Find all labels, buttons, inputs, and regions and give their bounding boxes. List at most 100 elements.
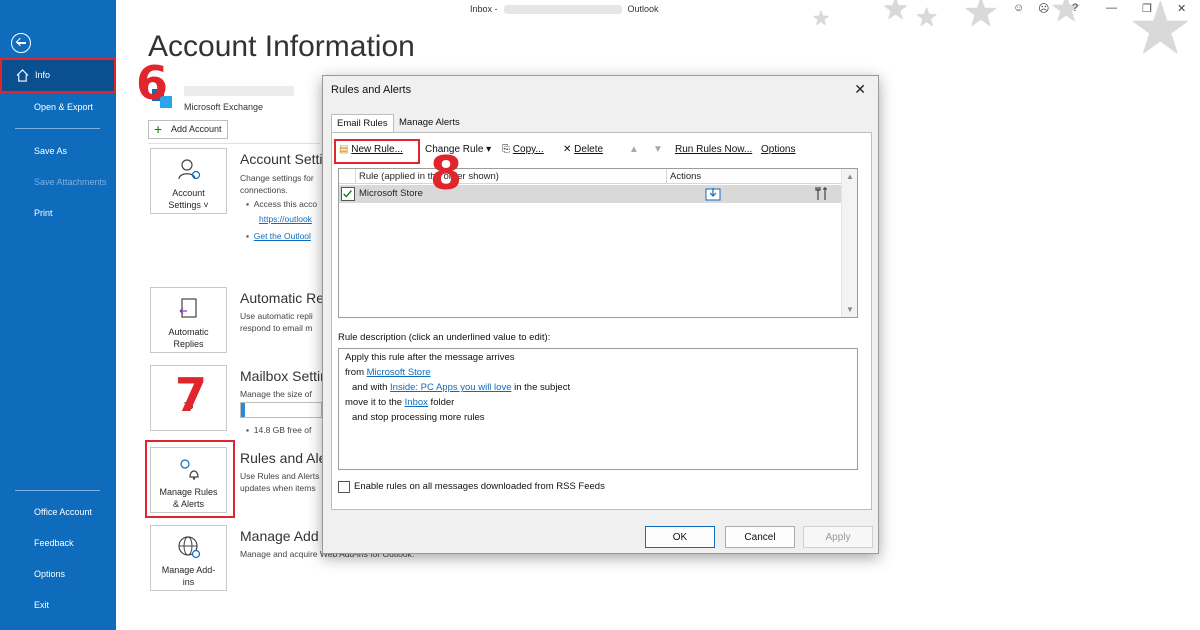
star-icon: ★ (812, 8, 830, 30)
step-marker-7: 7 (175, 368, 208, 422)
highlight-box-rules-tile (145, 440, 235, 518)
sidebar-item-open-export[interactable]: Open & Export (34, 102, 93, 112)
sidebar-item-options[interactable]: Options (34, 569, 65, 579)
plus-icon: + (154, 121, 163, 137)
tile-label: Settings ˅ (168, 200, 209, 210)
cancel-button[interactable]: Cancel (725, 526, 795, 548)
smile-icon[interactable]: ☺ (1013, 2, 1024, 14)
checkmark-icon (343, 190, 352, 198)
window-title-left: Inbox - (470, 4, 498, 14)
tile-label: Replies (173, 339, 204, 349)
delete-x-icon: ✕ (563, 144, 572, 155)
tile-label: Account (172, 188, 205, 198)
column-header-rule[interactable]: Rule (applied in the order shown) (359, 171, 499, 182)
move-down-icon[interactable]: ▼ (653, 144, 663, 155)
outlook-window: Inbox - Outlook ★ ★ ★ ★ ★ ★ ☺ ☹ ? — ❐ ✕ I… (0, 0, 1200, 630)
rule-description-label: Rule description (click an underlined va… (338, 332, 551, 343)
blurred-account-email (184, 86, 294, 96)
manage-addins-tile[interactable]: Manage Add- ins (150, 525, 227, 591)
back-arrow-icon[interactable] (11, 33, 31, 53)
run-rules-now-button[interactable]: Run Rules Now... (675, 144, 752, 155)
rss-checkbox[interactable] (338, 481, 350, 493)
tab-email-rules[interactable]: Email Rules (331, 114, 394, 133)
window-title: Inbox - Outlook (470, 4, 659, 15)
rules-list-scrollbar[interactable]: ▲ ▼ (841, 169, 857, 317)
section-title: Account Setti (240, 151, 323, 167)
rule-name: Microsoft Store (359, 188, 423, 199)
description-line: Apply this rule after the message arrive… (345, 352, 515, 363)
rules-list[interactable]: Rule (applied in the order shown) Action… (338, 168, 858, 318)
move-to-folder-icon (705, 188, 721, 201)
outlook-web-link[interactable]: https://outlook (259, 214, 312, 224)
delete-button[interactable]: ✕ Delete (563, 144, 603, 155)
sidebar-item-office-account[interactable]: Office Account (34, 507, 92, 517)
column-divider (355, 169, 356, 184)
home-icon (16, 69, 29, 82)
tab-manage-alerts[interactable]: Manage Alerts (394, 114, 465, 133)
rules-list-header: Rule (applied in the order shown) Action… (339, 169, 843, 184)
section-text: updates when items (240, 483, 316, 493)
close-icon[interactable]: ✕ (854, 81, 866, 98)
help-icon[interactable]: ? (1072, 2, 1078, 14)
add-account-label: Add Account (171, 124, 222, 134)
sidebar-divider (15, 128, 100, 129)
sidebar-divider (15, 490, 100, 491)
tile-label: Automatic (168, 327, 209, 337)
subject-link[interactable]: Inside: PC Apps you will love (390, 382, 511, 393)
account-type: Microsoft Exchange (184, 102, 264, 112)
account-settings-tile[interactable]: Account Settings ˅ (150, 148, 227, 214)
apply-button[interactable]: Apply (803, 526, 873, 548)
section-text: Use Rules and Alerts (240, 471, 320, 481)
section-text: Manage the size of (240, 389, 312, 399)
star-icon: ★ (882, 0, 909, 26)
sidebar-item-feedback[interactable]: Feedback (34, 538, 74, 548)
rule-description-box: Apply this rule after the message arrive… (338, 348, 858, 470)
folder-link[interactable]: Inbox (405, 397, 428, 408)
add-account-button[interactable]: + Add Account (148, 120, 228, 139)
description-line: and stop processing more rules (352, 412, 485, 423)
column-header-actions[interactable]: Actions (670, 171, 701, 182)
tile-label: Manage Add- (161, 565, 216, 575)
tile-label: ins (182, 577, 195, 587)
frown-icon[interactable]: ☹ (1038, 2, 1049, 15)
minimize-icon[interactable]: — (1106, 2, 1117, 14)
step-marker-8: 8 (430, 146, 463, 200)
bullet-link[interactable]: ▪ Get the Outlool (246, 231, 311, 241)
automatic-replies-tile[interactable]: Automatic Replies (150, 287, 227, 353)
globe-icon (177, 536, 200, 559)
highlight-box-new-rule (334, 139, 420, 164)
ok-button[interactable]: OK (645, 526, 715, 548)
rss-label: Enable rules on all messages downloaded … (354, 481, 605, 492)
automatic-replies-icon (179, 298, 197, 318)
scroll-down-icon[interactable]: ▼ (846, 305, 854, 314)
mailbox-usage-bar (240, 402, 322, 418)
section-title: Automatic Re (240, 290, 325, 306)
restore-icon[interactable]: ❐ (1142, 2, 1152, 15)
scroll-up-icon[interactable]: ▲ (846, 172, 854, 181)
section-text: Change settings for (240, 173, 314, 183)
rules-alerts-dialog: Rules and Alerts ✕ Email Rules Manage Al… (322, 75, 879, 554)
rule-enabled-checkbox[interactable] (341, 187, 355, 201)
divider (148, 143, 320, 144)
sidebar-item-info[interactable]: Info (0, 58, 116, 93)
options-button[interactable]: Options (761, 144, 795, 155)
copy-button[interactable]: ⎘ Copy... (502, 144, 544, 155)
star-icon: ★ (915, 2, 939, 32)
account-settings-icon (177, 159, 200, 180)
sidebar-item-save-as[interactable]: Save As (34, 146, 67, 156)
section-title: Manage Add (240, 528, 319, 544)
mailbox-usage-fill (241, 403, 245, 417)
dialog-title: Rules and Alerts (331, 84, 412, 96)
table-row[interactable]: Microsoft Store (339, 185, 842, 203)
sidebar-item-exit[interactable]: Exit (34, 600, 49, 610)
section-title: Rules and Ale (240, 450, 327, 466)
sidebar-item-print[interactable]: Print (34, 208, 53, 218)
page-title: Account Information (148, 30, 415, 63)
move-up-icon[interactable]: ▲ (629, 144, 639, 155)
sidebar-item-label: Info (35, 70, 51, 80)
sidebar-item-save-attachments: Save Attachments (34, 177, 107, 187)
sender-link[interactable]: Microsoft Store (367, 367, 431, 378)
close-icon[interactable]: ✕ (1177, 2, 1186, 15)
description-line: and with Inside: PC Apps you will love i… (352, 382, 571, 393)
copy-icon: ⎘ (502, 144, 510, 155)
